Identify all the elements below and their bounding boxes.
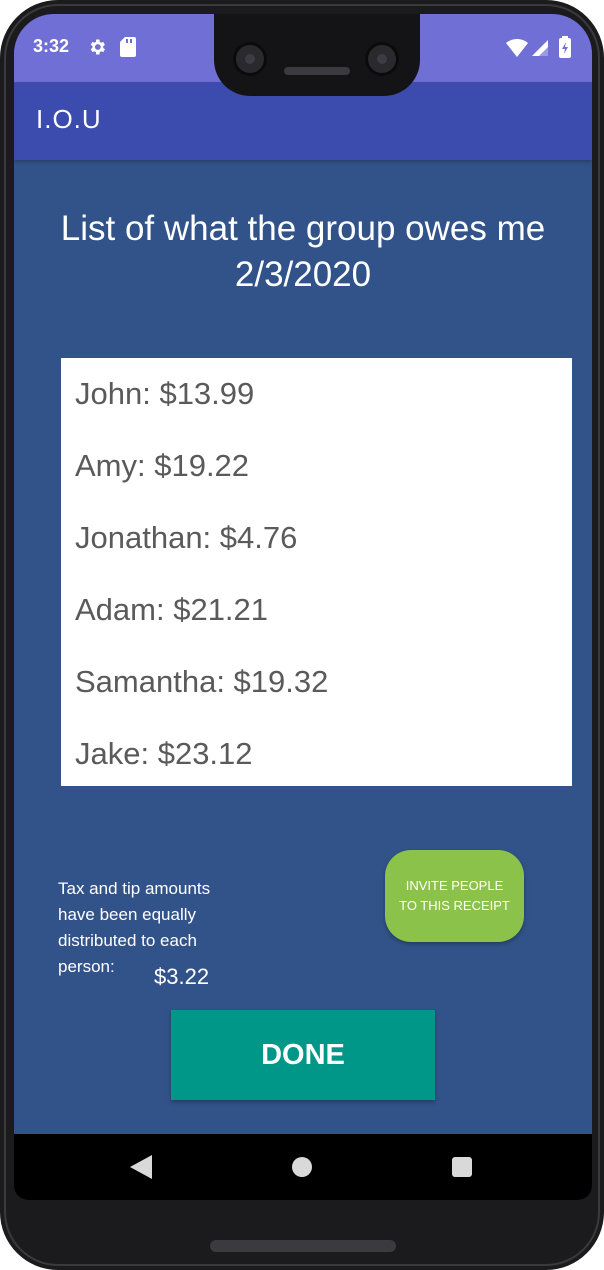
list-item: Samantha: $19.32 — [75, 664, 329, 699]
page-title-line-1: List of what the group owes me — [60, 209, 546, 248]
page-title: List of what the group owes me 2/3/2020 — [14, 206, 592, 298]
list-item: Adam: $21.21 — [75, 592, 269, 627]
gear-icon — [90, 39, 105, 55]
list-item: Jake: $23.12 — [75, 736, 253, 771]
navigation-bar — [14, 1134, 592, 1200]
home-icon[interactable] — [292, 1157, 312, 1177]
bottom-speaker — [210, 1240, 396, 1252]
camera-notch — [214, 14, 420, 96]
list-item: Jonathan: $4.76 — [75, 520, 298, 555]
signal-icon — [532, 40, 548, 56]
status-time: 3:32 — [33, 36, 70, 56]
camera-icon — [365, 42, 399, 76]
earpiece-speaker — [284, 67, 350, 75]
recent-apps-icon[interactable] — [452, 1157, 472, 1177]
list-item: Amy: $19.22 — [75, 448, 250, 483]
phone-frame: 3:32 I.O.U List of what the group owes m… — [0, 0, 604, 1270]
page-title-date: 2/3/2020 — [234, 255, 372, 294]
screen: 3:32 I.O.U List of what the group owes m… — [14, 14, 592, 1200]
sd-card-icon — [120, 37, 136, 57]
invite-people-button[interactable]: INVITE PEOPLE TO THIS RECEIPT — [385, 850, 524, 942]
wifi-icon — [506, 39, 528, 57]
list-item: John: $13.99 — [75, 376, 255, 411]
tax-amount: $3.22 — [154, 964, 210, 989]
battery-icon — [559, 36, 571, 58]
camera-icon — [233, 42, 267, 76]
done-button[interactable]: DONE — [171, 1010, 435, 1100]
owed-list: John: $13.99 Amy: $19.22 Jonathan: $4.76… — [61, 358, 572, 786]
back-icon[interactable] — [130, 1155, 152, 1179]
app-title: I.O.U — [36, 104, 102, 134]
